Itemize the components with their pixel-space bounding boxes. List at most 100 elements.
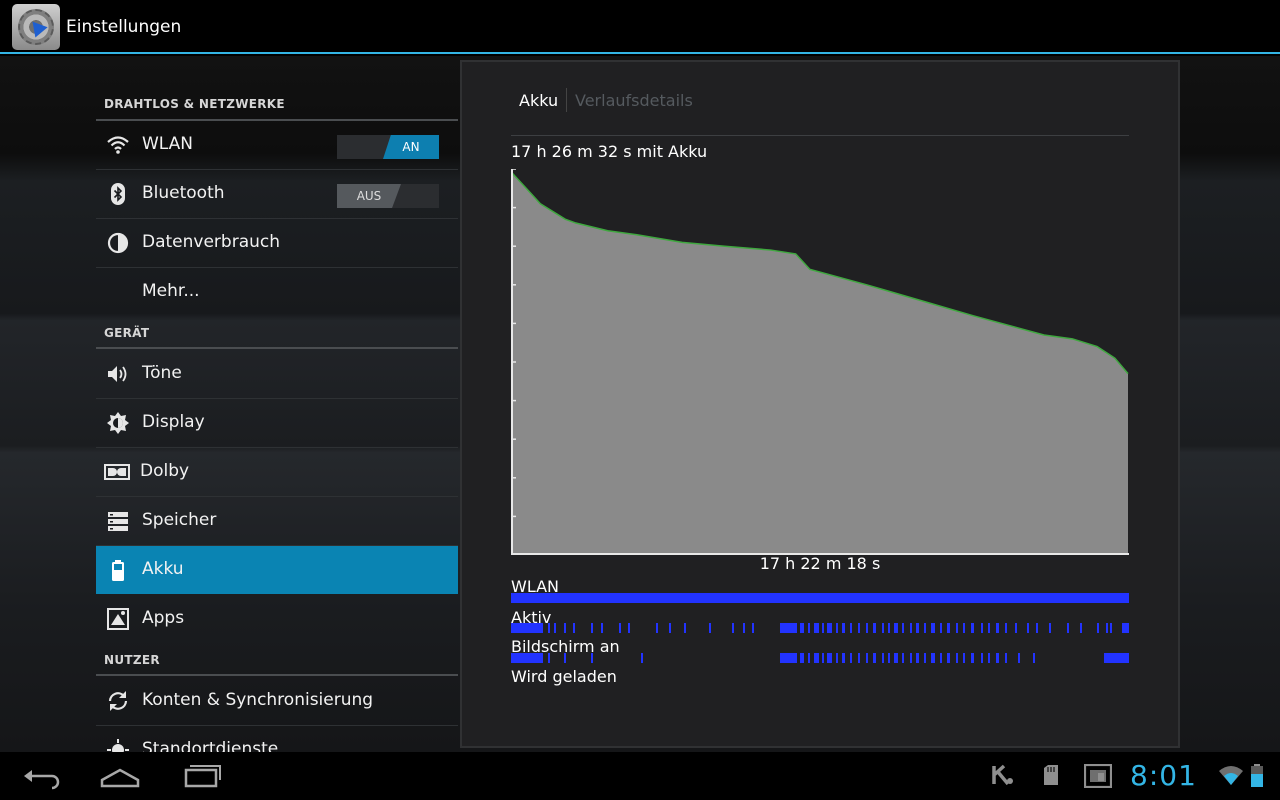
track-segment bbox=[1104, 653, 1129, 663]
track-segment bbox=[894, 653, 898, 663]
data-usage-icon bbox=[106, 231, 130, 255]
track-segment bbox=[511, 623, 544, 633]
track-segment bbox=[1027, 623, 1030, 633]
track-segment bbox=[872, 623, 876, 633]
battery-detail-panel: Akku Verlaufsdetails 17 h 26 m 32 s mit … bbox=[460, 60, 1180, 748]
track-segment bbox=[923, 623, 926, 633]
settings-item-akku[interactable]: Akku bbox=[96, 546, 458, 594]
toggle-state: AN bbox=[383, 135, 439, 159]
settings-item-standort[interactable]: Standortdienste bbox=[96, 726, 458, 752]
battery-chart bbox=[511, 169, 1129, 555]
track-segment bbox=[821, 623, 824, 633]
track-bildschirm bbox=[511, 653, 1129, 663]
tab-verlaufsdetails[interactable]: Verlaufsdetails bbox=[575, 91, 693, 110]
track-geladen bbox=[511, 683, 1129, 693]
bluetooth-icon bbox=[106, 182, 130, 206]
tab-divider bbox=[566, 88, 567, 112]
settings-item-apps[interactable]: Apps bbox=[96, 595, 458, 643]
track-segment bbox=[996, 653, 1000, 663]
track-segment bbox=[1014, 623, 1018, 633]
track-segment bbox=[563, 623, 566, 633]
kaspersky-icon bbox=[992, 764, 1014, 791]
chart-duration: 17 h 22 m 18 s bbox=[759, 554, 881, 573]
settings-item-label: Standortdienste bbox=[142, 739, 279, 752]
track-segment bbox=[742, 623, 745, 633]
settings-item-label: Dolby bbox=[140, 461, 190, 481]
track-segment bbox=[872, 653, 876, 663]
category-divider bbox=[96, 674, 458, 676]
settings-item-dolby[interactable]: Dolby bbox=[96, 448, 458, 497]
wifi-signal-icon bbox=[1218, 764, 1244, 791]
track-segment bbox=[800, 623, 804, 633]
track-segment bbox=[858, 653, 861, 663]
track-segment bbox=[881, 623, 884, 633]
wifi-icon bbox=[106, 133, 130, 157]
tab-akku[interactable]: Akku bbox=[519, 91, 558, 110]
battery-icon bbox=[106, 558, 130, 582]
category-user: NUTZER bbox=[104, 653, 160, 667]
track-segment bbox=[1067, 623, 1070, 633]
track-segment bbox=[827, 653, 833, 663]
toggle-state: AUS bbox=[337, 184, 401, 208]
track-segment bbox=[963, 623, 966, 633]
track-segment bbox=[779, 653, 798, 663]
track-segment bbox=[548, 653, 551, 663]
dolby-icon bbox=[104, 460, 130, 484]
track-segment bbox=[807, 623, 810, 633]
settings-app-icon[interactable] bbox=[12, 4, 60, 50]
location-icon bbox=[106, 738, 130, 752]
track-segment bbox=[849, 623, 852, 633]
recent-apps-icon[interactable] bbox=[176, 760, 224, 792]
track-segment bbox=[939, 623, 942, 633]
track-segment bbox=[572, 623, 575, 633]
track-aktiv bbox=[511, 623, 1129, 633]
track-segment bbox=[619, 623, 622, 633]
track-segment bbox=[988, 653, 991, 663]
settings-item-konten[interactable]: Konten & Synchronisierung bbox=[96, 677, 458, 726]
track-segment bbox=[842, 623, 845, 633]
track-segment bbox=[901, 653, 905, 663]
track-segment bbox=[1017, 653, 1020, 663]
track-segment bbox=[939, 653, 942, 663]
track-segment bbox=[915, 653, 919, 663]
track-segment bbox=[980, 623, 983, 633]
settings-item-toene[interactable]: Töne bbox=[96, 350, 458, 399]
track-segment bbox=[894, 623, 898, 633]
track-segment bbox=[628, 623, 631, 633]
track-wlan bbox=[511, 593, 1129, 603]
settings-item-wlan[interactable]: WLAN AN bbox=[96, 121, 458, 170]
track-segment bbox=[1106, 623, 1109, 633]
settings-item-label: Bluetooth bbox=[142, 183, 225, 203]
settings-item-speicher[interactable]: Speicher bbox=[96, 497, 458, 546]
track-segment bbox=[752, 623, 755, 633]
settings-item-label: Datenverbrauch bbox=[142, 232, 281, 252]
header-divider bbox=[511, 135, 1129, 136]
track-segment bbox=[800, 653, 804, 663]
home-icon[interactable] bbox=[96, 760, 144, 792]
settings-item-label: Töne bbox=[142, 363, 182, 383]
track-segment bbox=[955, 653, 959, 663]
track-segment bbox=[931, 653, 935, 663]
track-segment bbox=[887, 623, 890, 633]
settings-list[interactable]: DRAHTLOS & NETZWERKE WLAN AN Bluetooth A… bbox=[96, 56, 458, 752]
wlan-toggle[interactable]: AN bbox=[337, 135, 439, 159]
track-segment bbox=[887, 653, 890, 663]
track-segment bbox=[836, 623, 839, 633]
settings-item-display[interactable]: Display bbox=[96, 399, 458, 448]
settings-item-bluetooth[interactable]: Bluetooth AUS bbox=[96, 170, 458, 219]
settings-item-datenverbrauch[interactable]: Datenverbrauch bbox=[96, 219, 458, 268]
track-segment bbox=[881, 653, 884, 663]
track-segment bbox=[931, 623, 935, 633]
back-icon[interactable] bbox=[16, 760, 64, 792]
track-segment bbox=[554, 623, 557, 633]
settings-item-label: Mehr... bbox=[142, 281, 200, 301]
track-segment bbox=[909, 623, 912, 633]
track-segment bbox=[600, 623, 603, 633]
track-segment bbox=[971, 623, 975, 633]
track-segment bbox=[668, 623, 671, 633]
brightness-icon bbox=[106, 411, 130, 435]
track-segment bbox=[684, 623, 687, 633]
bluetooth-toggle[interactable]: AUS bbox=[337, 184, 439, 208]
track-segment bbox=[821, 653, 824, 663]
settings-item-mehr[interactable]: Mehr... bbox=[96, 268, 458, 316]
